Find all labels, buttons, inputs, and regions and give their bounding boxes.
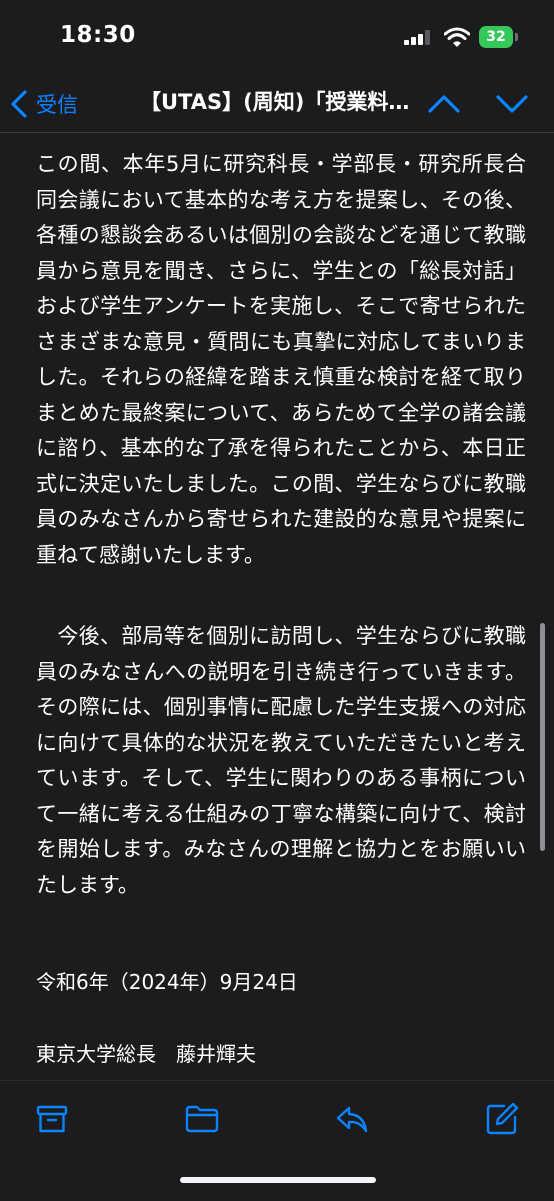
message-paragraph: 今後、部局等を個別に訪問し、学生ならびに教職員のみなさんへの説明を引き続き行って… — [36, 624, 526, 897]
message-paragraph: この間、本年5月に研究科長・学部長・研究所長合同会議において基本的な考え方を提案… — [36, 152, 526, 567]
move-to-folder-button[interactable] — [184, 1101, 220, 1137]
archive-button[interactable] — [34, 1101, 70, 1137]
chevron-left-icon — [11, 90, 27, 118]
back-button[interactable]: 受信 — [10, 84, 78, 124]
folder-icon — [185, 1105, 219, 1133]
navigation-bar: 受信 【UTAS】(周知)「授業料… — [0, 76, 554, 133]
battery-cap — [515, 33, 518, 41]
message-body[interactable]: この間、本年5月に研究科長・学部長・研究所長合同会議において基本的な考え方を提案… — [0, 133, 554, 1080]
bottom-toolbar — [0, 1080, 554, 1201]
scrollbar[interactable] — [540, 623, 545, 851]
cellular-signal-icon — [404, 29, 434, 45]
reply-icon — [336, 1106, 368, 1133]
compose-icon — [486, 1102, 519, 1135]
status-time: 18:30 — [60, 22, 136, 48]
chevron-up-icon — [428, 95, 460, 113]
status-bar: 18:30 32 — [0, 0, 554, 76]
compose-button[interactable] — [484, 1101, 520, 1137]
home-indicator[interactable] — [180, 1177, 376, 1183]
next-message-button[interactable] — [494, 86, 530, 122]
message-date: 令和6年（2024年）9月24日 — [36, 970, 298, 994]
chevron-down-icon — [496, 95, 528, 113]
back-label: 受信 — [36, 93, 78, 117]
battery-icon: 32 — [479, 26, 513, 48]
archive-icon — [36, 1105, 68, 1133]
message-signature: 東京大学総長 藤井輝夫 — [36, 1042, 256, 1066]
message-subject-title: 【UTAS】(周知)「授業料… — [140, 90, 408, 114]
battery-level: 32 — [486, 29, 506, 45]
reply-button[interactable] — [334, 1101, 370, 1137]
wifi-icon — [443, 26, 471, 48]
previous-message-button[interactable] — [426, 86, 462, 122]
